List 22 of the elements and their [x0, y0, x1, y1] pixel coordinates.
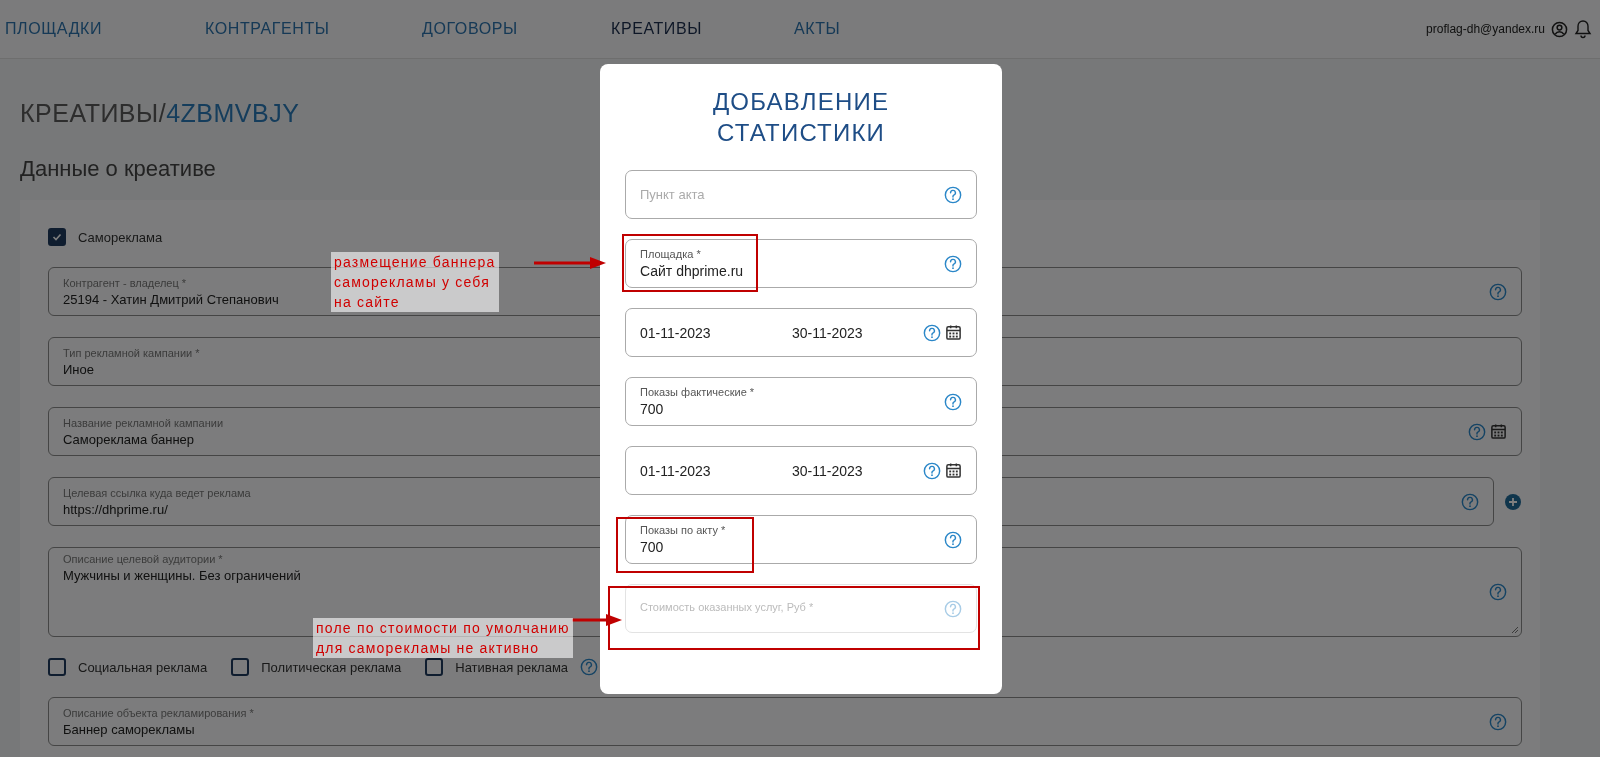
- checkbox-label: Политическая реклама: [261, 659, 402, 675]
- input-field[interactable]: Показы по акту * 700: [625, 515, 977, 565]
- input-field[interactable]: Показы фактические * 700: [625, 377, 977, 427]
- checkbox-label: Нативная реклама: [455, 659, 569, 675]
- nav-tab[interactable]: АКТЫ: [794, 20, 994, 38]
- nav-tab[interactable]: ПЛОЩАДКИ: [5, 20, 205, 38]
- date-range-field[interactable]: 01-11-2023 30-11-2023: [625, 308, 977, 358]
- user-email: proflag-dh@yandex.ru: [1426, 22, 1545, 36]
- section-title: Данные о креативе: [20, 156, 216, 182]
- nav-tab[interactable]: ДОГОВОРЫ: [422, 20, 611, 38]
- nav-tab[interactable]: КОНТРАГЕНТЫ: [205, 20, 422, 38]
- input-field[interactable]: Описание объекта рекламирования * Баннер саморекламы: [48, 697, 1522, 746]
- date-range-field[interactable]: 01-11-2023 30-11-2023: [625, 446, 977, 496]
- input-field[interactable]: Площадка * Сайт dhprime.ru: [625, 239, 977, 289]
- input-field[interactable]: Пункт акта: [625, 170, 977, 220]
- annotation-note: поле по стоимости по умолчанию для саморекламы не активно: [313, 618, 573, 658]
- checkbox-label: Социальная реклама: [78, 659, 208, 675]
- checkbox-label: Самореклама: [78, 229, 163, 245]
- nav-tab[interactable]: КРЕАТИВЫ: [611, 20, 794, 38]
- dialog-title: ДОБАВЛЕНИЕ СТАТИСТИКИ: [711, 87, 891, 149]
- annotation-note: размещение баннера саморекламы у себя на сайте: [331, 252, 499, 312]
- page-title: КРЕАТИВЫ/4ZBMVBJY: [20, 99, 300, 128]
